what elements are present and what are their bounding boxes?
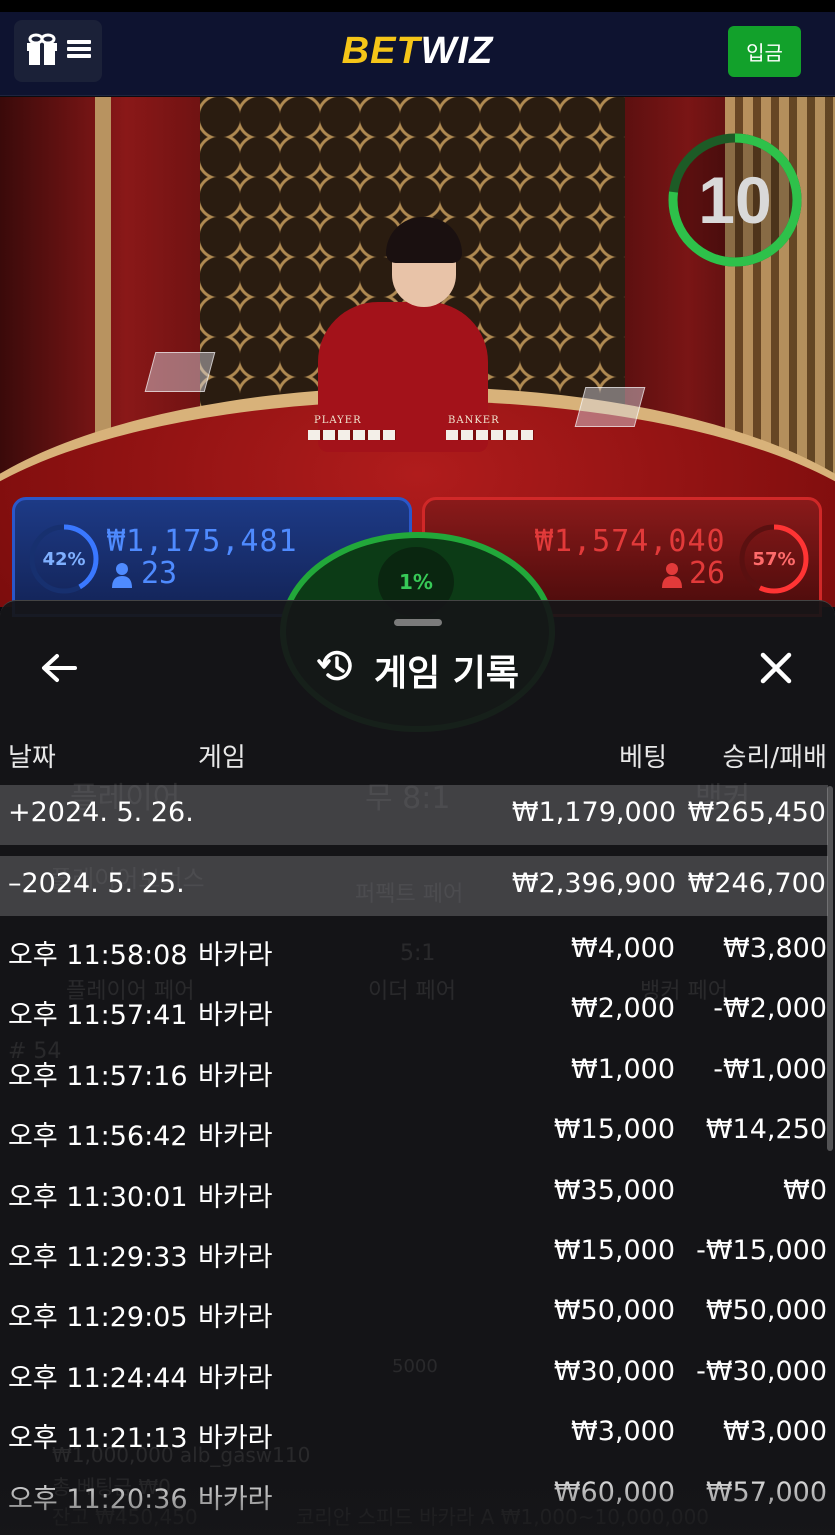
row-time: 오후 11:20:36 [8,1483,188,1515]
row-time: 오후 11:57:41 [8,1000,188,1032]
row-time: 오후 11:29:05 [8,1302,188,1334]
history-row[interactable]: 오후 11:24:44 바카라 ₩30,000 -₩30,000 [0,1344,835,1404]
player-card-label: PLAYER [314,415,362,426]
row-result: -₩2,000 [713,993,827,1025]
row-bet: ₩1,000 [571,1053,675,1085]
row-result: ₩3,000 [723,1416,827,1448]
row-time: 오후 11:56:42 [8,1121,188,1153]
row-time: 오후 11:21:13 [8,1423,188,1455]
banker-card-label: BANKER [448,415,500,426]
row-time: 오후 11:29:33 [8,1241,188,1273]
history-row[interactable]: 오후 11:20:36 바카라 ₩60,000 ₩57,000 [0,1465,835,1525]
row-bet: ₩15,000 [553,1234,675,1266]
user-icon [661,562,683,592]
player-total-bet: ₩1,175,481 [107,524,298,559]
row-game: 바카라 [198,1302,273,1334]
history-row[interactable]: 오후 11:30:01 바카라 ₩35,000 ₩0 [0,1163,835,1223]
row-game: 바카라 [198,1483,273,1515]
row-game: 바카라 [198,1423,273,1455]
history-row[interactable]: 오후 11:56:42 바카라 ₩15,000 ₩14,250 [0,1102,835,1162]
logo-bet-text: BET [341,30,421,72]
row-bet: ₩35,000 [553,1174,675,1206]
row-bet: ₩15,000 [553,1114,675,1146]
player-cards [308,430,396,440]
column-result: 승리/패배 [722,743,827,773]
history-row[interactable]: 오후 11:29:05 바카라 ₩50,000 ₩50,000 [0,1283,835,1343]
deposit-button[interactable]: 입금 [728,26,801,77]
sheet-title: 게임 기록 [0,645,835,695]
history-list: 오후 11:58:08 바카라 ₩4,000 ₩3,800 오후 11:57:4… [0,921,835,1525]
day-date: +2024. 5. 26. [8,797,194,828]
game-history-sheet: 플레이어 무 8:1 뱅커 플레이어보너스 퍼펙트 페어 5:1 이더 페어 플… [0,600,835,1535]
history-row[interactable]: 오후 11:58:08 바카라 ₩4,000 ₩3,800 [0,921,835,981]
day-group-row[interactable]: –2024. 5. 25. ₩2,396,900 ₩246,700 [0,856,828,916]
logo-wiz-text: WIZ [420,30,494,72]
row-result: ₩57,000 [705,1476,827,1508]
row-game: 바카라 [198,1362,273,1394]
history-row[interactable]: 오후 11:57:41 바카라 ₩2,000 -₩2,000 [0,981,835,1041]
row-result: ₩50,000 [705,1295,827,1327]
row-game: 바카라 [198,940,273,971]
close-button[interactable] [751,645,801,695]
close-icon [760,652,792,688]
day-result-total: ₩246,700 [687,868,826,899]
card-shoe-left [144,352,216,392]
row-result: -₩1,000 [713,1053,827,1085]
history-row[interactable]: 오후 11:57:16 바카라 ₩1,000 -₩1,000 [0,1042,835,1102]
row-game: 바카라 [198,1241,273,1273]
row-bet: ₩60,000 [553,1476,675,1508]
column-game: 게임 [198,743,246,773]
app-screen: BETWIZ 입금 PLAYER BANKER 10 42% ₩1,175,48… [0,0,835,1535]
day-bet-total: ₩2,396,900 [511,868,676,899]
row-result: -₩30,000 [696,1355,827,1387]
drag-handle[interactable] [394,619,442,626]
row-time: 오후 11:30:01 [8,1181,188,1213]
countdown-timer: 10 [665,130,805,270]
timer-value: 10 [698,163,772,237]
banker-total-bet: ₩1,574,040 [535,524,726,559]
banker-percent: 57% [752,548,796,570]
day-date: –2024. 5. 25. [8,868,185,899]
sheet-title-text: 게임 기록 [373,653,519,694]
day-bet-total: ₩1,179,000 [511,797,676,828]
scrollbar[interactable] [827,786,833,1151]
row-time: 오후 11:24:44 [8,1362,188,1394]
player-percent-ring: 42% [27,522,101,596]
day-group-row[interactable]: +2024. 5. 26. ₩1,179,000 ₩265,450 [0,785,828,845]
status-bar [0,0,835,12]
row-time: 오후 11:57:16 [8,1060,188,1092]
brand-logo[interactable]: BETWIZ [0,30,835,73]
history-row[interactable]: 오후 11:21:13 바카라 ₩3,000 ₩3,000 [0,1404,835,1464]
player-percent: 42% [42,548,86,570]
top-bar: BETWIZ 입금 [0,12,835,96]
column-date: 날짜 [8,743,56,773]
row-result: ₩0 [783,1174,827,1206]
history-row[interactable]: 오후 11:29:33 바카라 ₩15,000 -₩15,000 [0,1223,835,1283]
row-bet: ₩50,000 [553,1295,675,1327]
day-result-total: ₩265,450 [687,797,826,828]
column-bet: 베팅 [619,743,667,773]
row-result: ₩14,250 [705,1114,827,1146]
history-icon [316,646,356,695]
banker-bettor-count: 26 [689,556,726,591]
row-bet: ₩30,000 [553,1355,675,1387]
row-game: 바카라 [198,1060,273,1092]
row-bet: ₩2,000 [571,993,675,1025]
tie-percent: 1% [399,570,433,594]
row-bet: ₩4,000 [571,933,675,964]
card-shoe-right [574,387,646,427]
row-result: ₩3,800 [723,933,827,964]
row-bet: ₩3,000 [571,1416,675,1448]
table-header: 날짜 게임 베팅 승리/패배 [0,737,835,777]
row-game: 바카라 [198,1121,273,1153]
user-icon [111,562,133,592]
row-game: 바카라 [198,1181,273,1213]
player-bettor-count: 23 [141,556,178,591]
row-game: 바카라 [198,1000,273,1032]
row-time: 오후 11:58:08 [8,940,188,971]
row-result: -₩15,000 [696,1234,827,1266]
banker-cards [446,430,534,440]
banker-percent-ring: 57% [737,522,811,596]
